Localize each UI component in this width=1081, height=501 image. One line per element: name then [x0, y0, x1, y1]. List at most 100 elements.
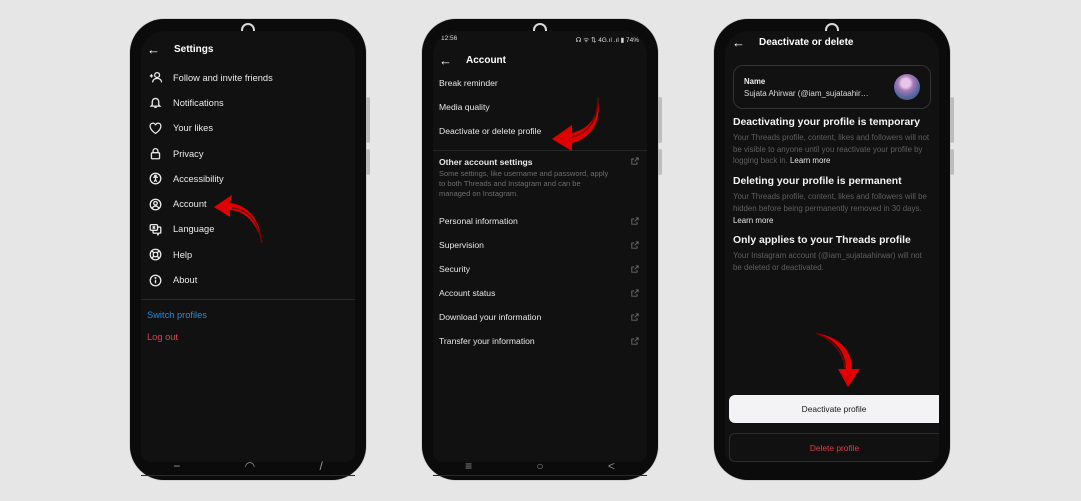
menu-item-about[interactable]: About [147, 267, 347, 292]
section-body: Your Instagram account (@iam_sujataahirw… [733, 250, 931, 273]
delete-profile-button[interactable]: Delete profile [729, 433, 939, 462]
external-link-icon [631, 337, 639, 345]
page-title: Settings [174, 44, 214, 55]
switch-profiles-link[interactable]: Switch profiles [147, 306, 347, 324]
arrow-left-icon[interactable]: ← [439, 53, 452, 68]
log-out-link[interactable]: Log out [147, 328, 347, 346]
power-button [366, 149, 370, 175]
home-icon[interactable]: ○ [536, 459, 543, 473]
recents-icon[interactable]: − [173, 459, 180, 473]
settings-header: ← Settings [147, 42, 347, 57]
account-header: ← Account [439, 53, 639, 68]
add-person-icon [147, 70, 163, 86]
recents-icon[interactable]: ≡ [465, 459, 472, 473]
arrow-left-icon[interactable]: ← [732, 35, 745, 50]
section-description: Some settings, like username and passwor… [439, 169, 609, 198]
phone-account: 12:56 ☊ ᯤ ⇅ 4G.ıl .ıl ▮ 74% ← Account Br… [422, 19, 662, 480]
menu-item-label: Supervision [439, 240, 484, 250]
arrow-left-icon[interactable]: ← [147, 42, 160, 57]
volume-button [366, 97, 370, 143]
menu-item-label: Account status [439, 288, 496, 298]
menu-item-label: Accessibility [173, 173, 224, 184]
account-menu: Break reminder Media quality Deactivate … [433, 78, 647, 353]
avatar [894, 74, 920, 100]
info-section: Only applies to your Threads profile You… [733, 235, 931, 273]
menu-item-label: Security [439, 264, 471, 274]
power-button [950, 149, 954, 175]
home-icon[interactable]: ◠ [245, 459, 255, 473]
menu-item-account[interactable]: Account [147, 191, 347, 216]
page-title: Deactivate or delete [759, 37, 854, 48]
external-link-icon [631, 289, 639, 297]
battery-level: 74% [625, 37, 639, 44]
status-time: 12:56 [441, 35, 458, 42]
name-card[interactable]: Name Sujata Ahirwar (@iam_sujataahir… [733, 65, 931, 109]
back-icon[interactable]: / [319, 459, 322, 473]
learn-more-link[interactable]: Learn more [733, 216, 773, 225]
section-title: Deleting your profile is permanent [733, 176, 902, 188]
section-body: Your Threads profile, content, likes and… [733, 132, 931, 167]
menu-item-label: Language [173, 224, 215, 235]
menu-item-follow[interactable]: Follow and invite friends [147, 65, 347, 90]
menu-item-account-status[interactable]: Account status [439, 281, 639, 305]
menu-item-label: Break reminder [439, 78, 498, 88]
menu-item-label: Your likes [173, 123, 213, 134]
other-account-settings[interactable]: Other account settings Some settings, li… [439, 151, 639, 209]
external-link-icon [631, 157, 639, 165]
menu-item-download-information[interactable]: Download your information [439, 305, 639, 329]
menu-item-personal-information[interactable]: Personal information [439, 209, 639, 233]
menu-item-break-reminder[interactable]: Break reminder [439, 78, 639, 102]
volume-button [950, 97, 954, 143]
accessibility-icon [147, 171, 163, 187]
menu-item-supervision[interactable]: Supervision [439, 233, 639, 257]
menu-item-help[interactable]: Help [147, 242, 347, 267]
account-screen: 12:56 ☊ ᯤ ⇅ 4G.ıl .ıl ▮ 74% ← Account Br… [433, 31, 647, 462]
account-circle-icon [147, 196, 163, 212]
settings-menu: Follow and invite friends Notifications … [147, 65, 347, 293]
lock-icon [147, 146, 163, 162]
section-title: Deactivating your profile is temporary [733, 117, 921, 128]
info-icon [147, 272, 163, 288]
menu-item-label: About [173, 275, 198, 286]
section-text: Your Threads profile, content, likes and… [733, 133, 930, 166]
status-icons: ☊ ᯤ ⇅ 4G.ıl .ıl ▮ 74% [575, 37, 639, 44]
menu-item-label: Help [173, 249, 193, 260]
deactivate-profile-button[interactable]: Deactivate profile [729, 395, 939, 423]
external-link-icon [631, 265, 639, 273]
menu-item-deactivate-delete[interactable]: Deactivate or delete profile [439, 126, 639, 150]
menu-item-privacy[interactable]: Privacy [147, 141, 347, 166]
menu-item-security[interactable]: Security [439, 257, 639, 281]
section-body: Your Threads profile, content, likes and… [733, 191, 931, 226]
page-title: Account [466, 55, 506, 66]
back-icon[interactable]: < [608, 459, 615, 473]
menu-item-transfer-information[interactable]: Transfer your information [439, 329, 639, 353]
name-value: Sujata Ahirwar (@iam_sujataahir… [744, 88, 869, 98]
menu-item-label: Follow and invite friends [173, 72, 273, 83]
volume-button [658, 97, 662, 143]
name-label: Name [744, 76, 766, 86]
section-title: Only applies to your Threads profile [733, 235, 911, 247]
menu-item-label: Media quality [439, 102, 490, 112]
phone-deactivate-delete: ← Deactivate or delete Name Sujata Ahirw… [714, 19, 954, 480]
external-items-list: Personal information Supervision Securit… [439, 209, 639, 353]
learn-more-link[interactable]: Learn more [790, 156, 830, 165]
menu-item-language[interactable]: Language [147, 217, 347, 242]
deactivate-header: ← Deactivate or delete [732, 35, 931, 50]
heart-icon [147, 120, 163, 136]
menu-item-label: Notifications [173, 97, 224, 108]
menu-item-likes[interactable]: Your likes [147, 116, 347, 141]
section-title: Other account settings [439, 157, 533, 167]
section-text: Your Threads profile, content, likes and… [733, 192, 927, 213]
menu-item-label: Download your information [439, 312, 542, 322]
divider [141, 298, 355, 300]
menu-item-label: Privacy [173, 148, 204, 159]
phone-settings: ← Settings Follow and invite friends Not… [130, 19, 370, 480]
menu-item-accessibility[interactable]: Accessibility [147, 166, 347, 191]
info-section: Deactivating your profile is temporary Y… [733, 117, 931, 167]
power-button [658, 149, 662, 175]
menu-item-media-quality[interactable]: Media quality [439, 102, 639, 126]
external-link-icon [631, 241, 639, 249]
menu-item-label: Transfer your information [439, 336, 535, 346]
menu-item-notifications[interactable]: Notifications [147, 90, 347, 115]
section-text: Your Instagram account (@iam_sujataahirw… [733, 251, 922, 272]
